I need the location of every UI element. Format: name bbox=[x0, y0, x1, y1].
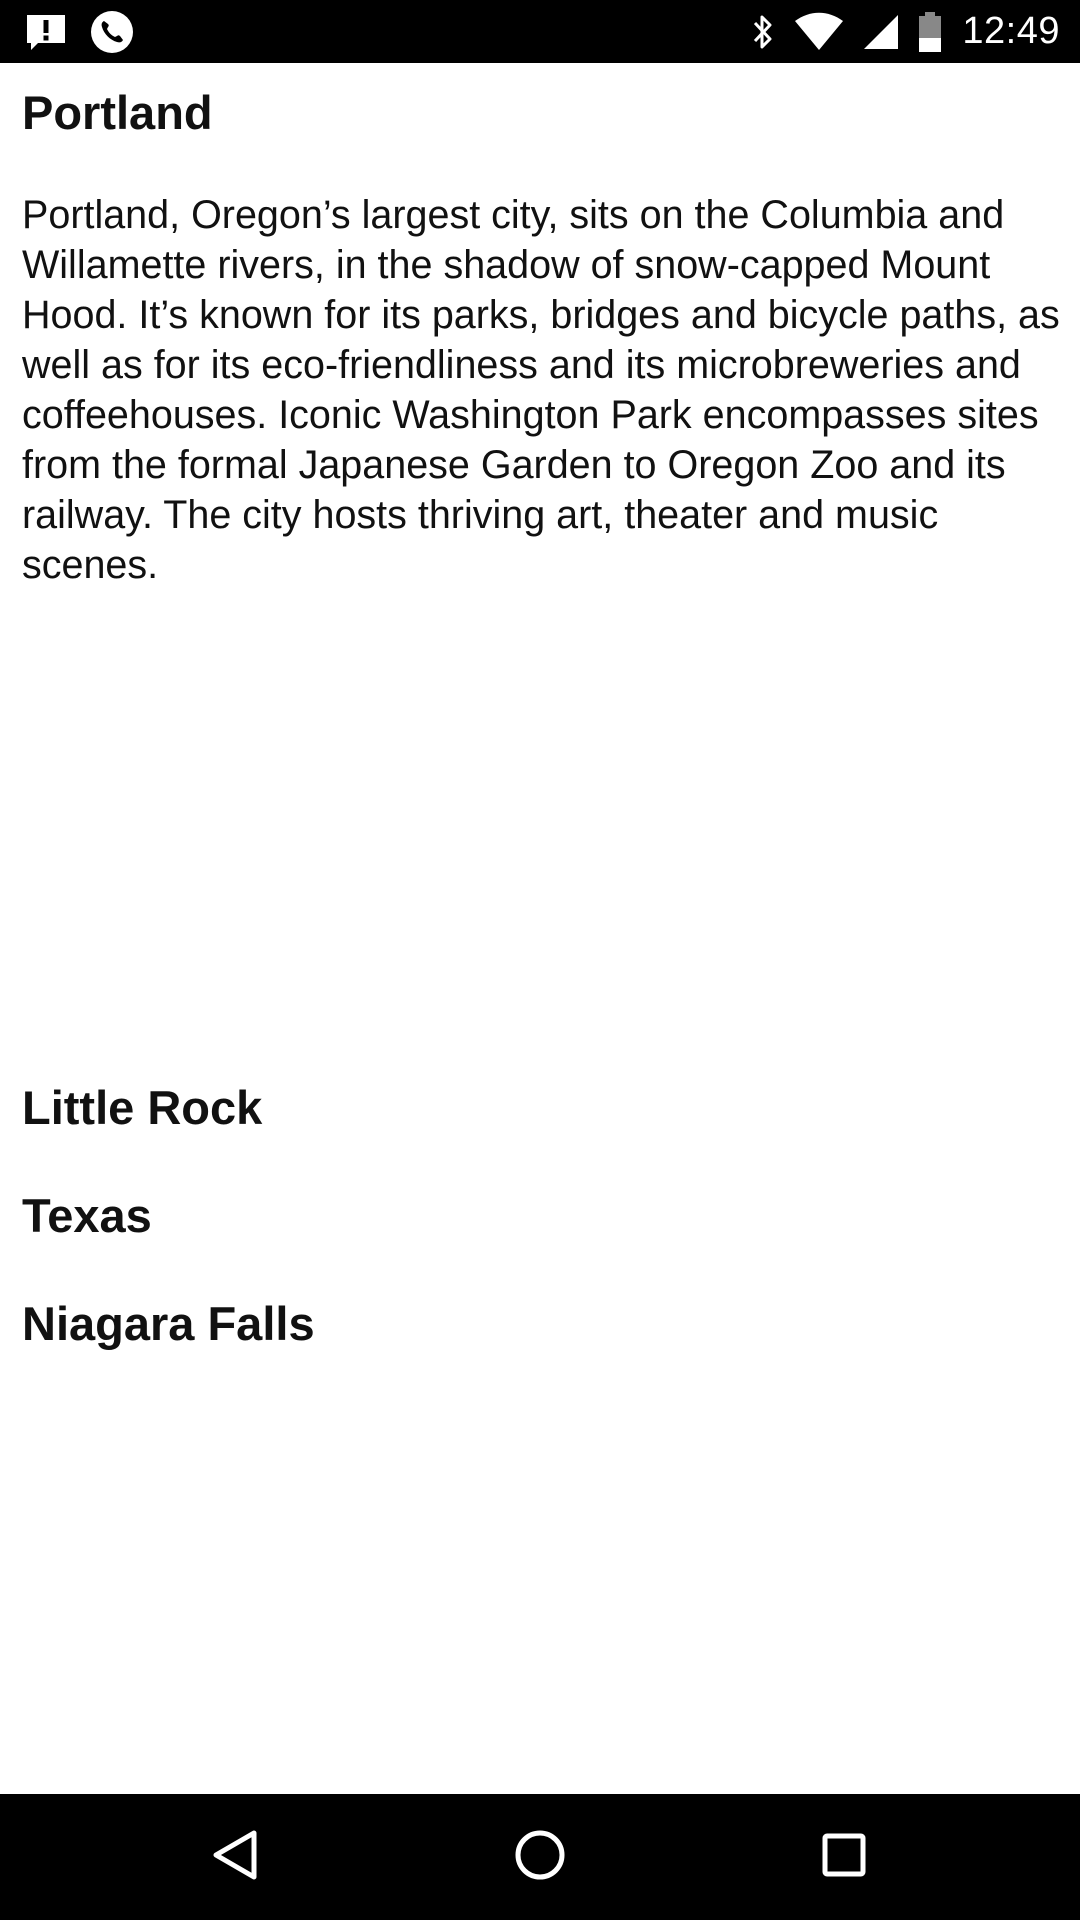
battery-icon bbox=[918, 10, 942, 54]
city-title-portland[interactable]: Portland bbox=[22, 85, 213, 140]
screen: 12:49 Portland Portland, Oregon’s larges… bbox=[0, 0, 1080, 1920]
city-title-texas[interactable]: Texas bbox=[22, 1188, 152, 1243]
city-description-portland: Portland, Oregon’s largest city, sits on… bbox=[22, 193, 1060, 587]
navigation-bar bbox=[0, 1794, 1080, 1920]
city-list[interactable]: Portland Portland, Oregon’s largest city… bbox=[0, 63, 1080, 1794]
back-button[interactable] bbox=[196, 1817, 276, 1897]
alert-message-icon bbox=[24, 10, 68, 54]
city-title-little-rock[interactable]: Little Rock bbox=[22, 1080, 262, 1135]
status-bar-notifications bbox=[24, 10, 134, 54]
cell-signal-icon bbox=[862, 10, 900, 54]
bluetooth-icon bbox=[750, 10, 776, 54]
wifi-icon bbox=[794, 10, 844, 54]
status-bar: 12:49 bbox=[0, 0, 1080, 63]
phone-call-icon bbox=[90, 10, 134, 54]
status-bar-clock: 12:49 bbox=[962, 10, 1060, 52]
recents-icon bbox=[814, 1825, 874, 1890]
status-bar-system: 12:49 bbox=[750, 0, 1060, 63]
back-icon bbox=[206, 1825, 266, 1890]
recents-button[interactable] bbox=[804, 1817, 884, 1897]
city-title-niagara-falls[interactable]: Niagara Falls bbox=[22, 1296, 315, 1351]
home-icon bbox=[510, 1825, 570, 1890]
home-button[interactable] bbox=[500, 1817, 580, 1897]
